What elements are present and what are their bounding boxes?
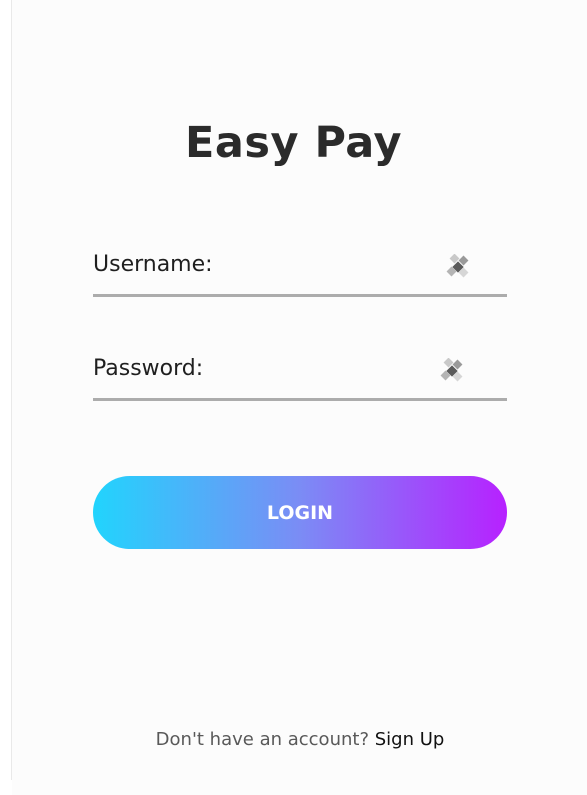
username-input[interactable] [233, 250, 437, 288]
login-button[interactable]: LOGIN [93, 476, 507, 549]
password-label: Password: [93, 356, 204, 381]
app-title: Easy Pay [184, 118, 403, 168]
username-field: Username: [93, 250, 507, 297]
autofill-key-icon[interactable] [445, 253, 471, 280]
signup-prompt: Don't have an account? [155, 729, 369, 750]
password-field: Password: [93, 354, 507, 401]
autofill-key-icon[interactable] [439, 357, 465, 384]
signup-row: Don't have an account? Sign Up [0, 729, 587, 750]
username-label: Username: [93, 252, 213, 277]
signup-link[interactable]: Sign Up [375, 729, 445, 750]
password-input[interactable] [233, 354, 437, 392]
